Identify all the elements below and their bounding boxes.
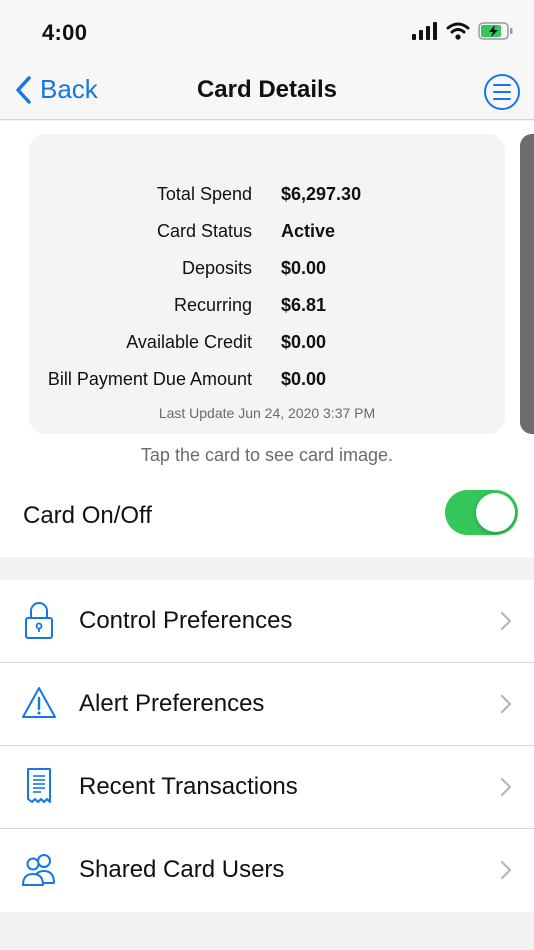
menu-button[interactable] <box>484 74 520 110</box>
menu-item-label: Alert Preferences <box>79 690 265 717</box>
card-toggle-label: Card On/Off <box>23 502 152 529</box>
page-title: Card Details <box>196 76 338 103</box>
status-bar: 4:00 <box>0 0 534 62</box>
menu-item-label: Control Preferences <box>79 607 293 634</box>
chevron-right-icon <box>500 777 512 797</box>
menu-item-alert-preferences[interactable]: Alert Preferences <box>0 663 534 746</box>
card-row-value: $0.00 <box>281 369 327 389</box>
menu-item-shared-card-users[interactable]: Shared Card Users <box>0 829 534 912</box>
alert-icon <box>22 687 56 718</box>
status-time: 4:00 <box>42 20 88 45</box>
chevron-right-icon <box>500 611 512 631</box>
status-icons <box>412 22 514 40</box>
next-card-peek[interactable] <box>520 134 534 434</box>
card-row-label: Available Credit <box>126 332 252 352</box>
card-row-bill-payment-due: Bill Payment Due Amount $0.00 <box>29 361 505 398</box>
menu-item-control-preferences[interactable]: Control Preferences <box>0 580 534 663</box>
signal-icon <box>412 22 437 40</box>
card-row-available-credit: Available Credit $0.00 <box>29 324 505 361</box>
card-section: Total Spend $6,297.30 Card Status Active… <box>0 121 534 557</box>
menu-icon <box>493 84 511 86</box>
navigation-bar: Back Card Details <box>0 62 534 120</box>
card-row-value: $6.81 <box>281 295 327 315</box>
card-row-value: $6,297.30 <box>281 184 362 204</box>
lock-icon <box>25 602 53 639</box>
card-row-deposits: Deposits $0.00 <box>29 250 505 287</box>
card-on-off-toggle[interactable] <box>445 490 518 535</box>
toggle-knob <box>476 493 515 532</box>
menu-item-label: Recent Transactions <box>79 773 298 800</box>
receipt-icon <box>27 768 51 803</box>
card-row-recurring: Recurring $6.81 <box>29 287 505 324</box>
card-row-label: Deposits <box>181 258 252 278</box>
last-update-text: Last Update Jun 24, 2020 3:37 PM <box>158 405 376 421</box>
card-row-value: Active <box>281 221 336 241</box>
battery-charging-icon <box>478 22 513 40</box>
tap-card-hint: Tap the card to see card image. <box>140 445 394 465</box>
card-row-card-status: Card Status Active <box>29 213 505 250</box>
menu-item-recent-transactions[interactable]: Recent Transactions <box>0 746 534 829</box>
wifi-icon <box>446 22 470 40</box>
card-row-label: Total Spend <box>156 184 252 204</box>
card-row-value: $0.00 <box>281 332 327 352</box>
chevron-right-icon <box>500 860 512 880</box>
card-row-label: Card Status <box>156 221 252 241</box>
card-row-label: Bill Payment Due Amount <box>47 369 252 389</box>
chevron-right-icon <box>500 694 512 714</box>
users-icon <box>22 854 55 886</box>
card-summary[interactable]: Total Spend $6,297.30 Card Status Active… <box>29 134 505 434</box>
card-menu-list: Control Preferences Alert Preferences Re… <box>0 580 534 912</box>
menu-item-label: Shared Card Users <box>79 856 285 883</box>
card-row-total-spend: Total Spend $6,297.30 <box>29 176 505 213</box>
card-details-list: Total Spend $6,297.30 Card Status Active… <box>29 176 505 398</box>
card-row-value: $0.00 <box>281 258 327 278</box>
card-row-label: Recurring <box>173 295 252 315</box>
